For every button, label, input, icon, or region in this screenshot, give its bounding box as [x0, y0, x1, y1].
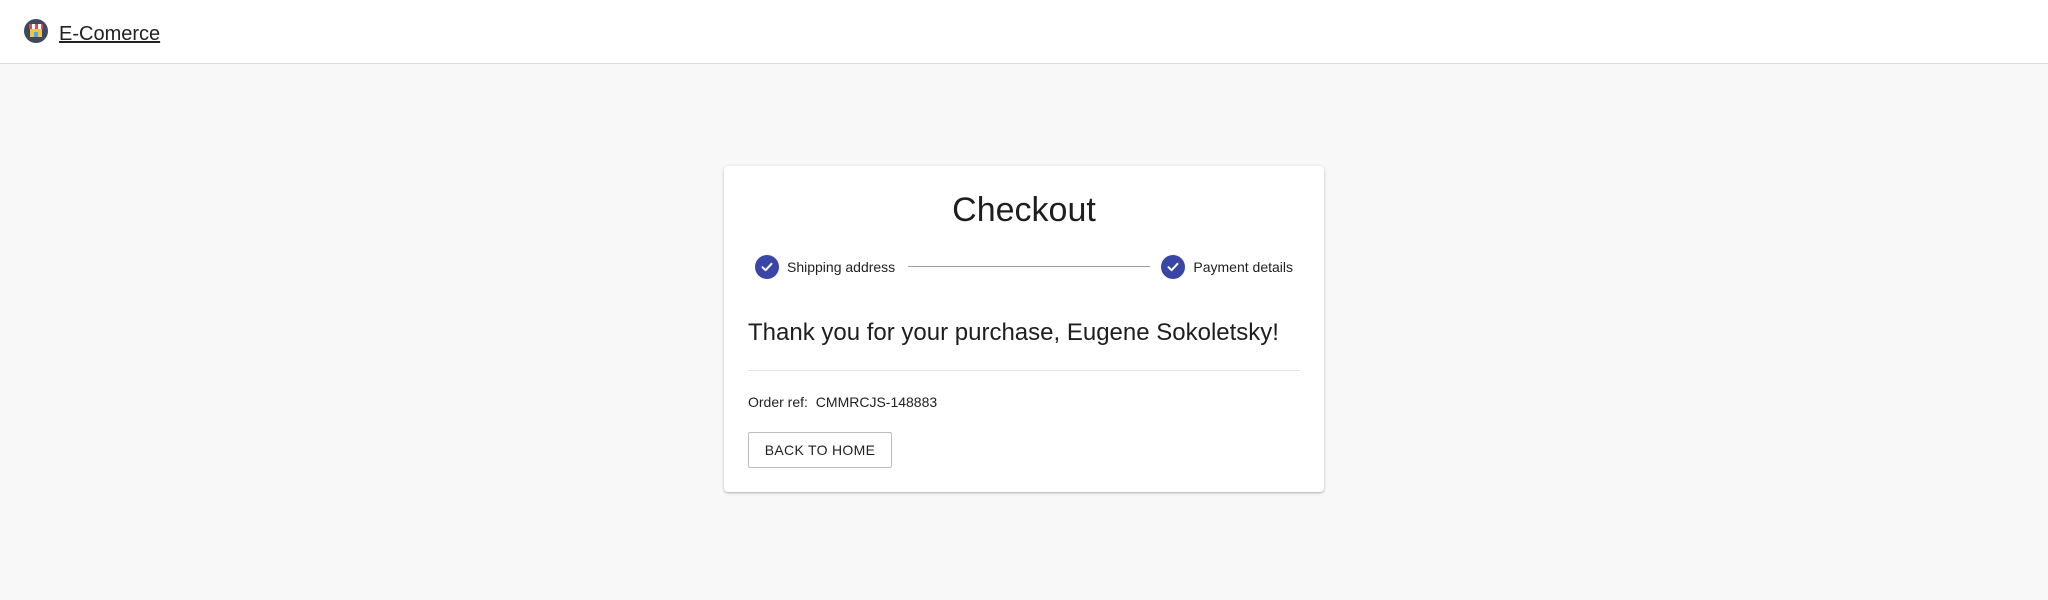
brand-link[interactable]: E-Comerce: [24, 15, 160, 51]
order-reference: Order ref: CMMRCJS-148883: [748, 392, 937, 412]
order-ref-value: CMMRCJS-148883: [815, 394, 938, 410]
divider: [748, 370, 1300, 371]
brand-label: E-Comerce: [59, 23, 161, 45]
step-label: Payment details: [1193, 259, 1293, 275]
back-to-home-button[interactable]: BACK TO HOME: [748, 432, 892, 468]
checkout-card: Checkout Shipping address Payment detail…: [724, 166, 1324, 492]
checkout-stepper: Shipping address Payment details: [755, 254, 1293, 280]
step-shipping-address[interactable]: Shipping address: [755, 254, 895, 280]
top-app-bar: E-Comerce: [0, 0, 2048, 64]
thank-you-message: Thank you for your purchase, Eugene Soko…: [748, 319, 1279, 346]
check-icon: [1161, 255, 1186, 279]
order-ref-label: Order ref:: [748, 394, 808, 410]
check-icon: [755, 255, 779, 279]
step-connector: [908, 266, 1150, 267]
page-title: Checkout: [952, 191, 1096, 229]
shop-logo-icon: [24, 19, 48, 43]
step-label: Shipping address: [787, 259, 896, 275]
step-payment-details[interactable]: Payment details: [1161, 254, 1293, 280]
